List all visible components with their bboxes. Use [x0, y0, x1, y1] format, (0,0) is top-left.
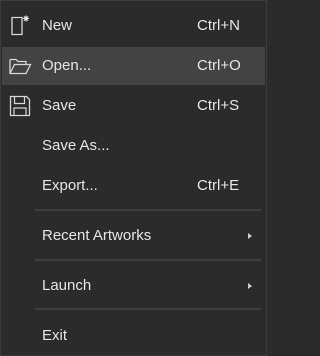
menu-item-exit-label: Exit [42, 327, 68, 344]
menu-item-exit[interactable]: Exit [2, 317, 265, 355]
menu-item-save-as[interactable]: Save As... [2, 127, 265, 165]
open-folder-icon [8, 54, 32, 78]
new-file-icon [8, 14, 32, 38]
menu-separator [35, 209, 261, 211]
menu-item-new[interactable]: New Ctrl+N [2, 7, 265, 45]
menu-item-open[interactable]: Open... Ctrl+O [2, 47, 265, 85]
menu-item-open-shortcut: Ctrl+O [197, 57, 241, 74]
menu-item-save-shortcut: Ctrl+S [197, 97, 240, 114]
menu-item-recent-artworks[interactable]: Recent Artworks [2, 217, 265, 255]
menu-item-new-shortcut: Ctrl+N [197, 17, 240, 34]
menu-item-open-label: Open... [42, 57, 92, 74]
menu-item-launch[interactable]: Launch [2, 267, 265, 305]
menu-item-save-as-label: Save As... [42, 137, 110, 154]
submenu-arrow-icon [248, 233, 252, 239]
file-menu: New Ctrl+N Open... Ctrl+O Save Ctrl+S Sa… [0, 0, 267, 356]
menu-item-launch-label: Launch [42, 277, 92, 294]
save-disk-icon [8, 94, 32, 118]
menu-item-export[interactable]: Export... Ctrl+E [2, 167, 265, 205]
menu-item-export-label: Export... [42, 177, 98, 194]
menu-separator [35, 259, 261, 261]
menu-item-new-label: New [42, 17, 73, 34]
menu-item-save-label: Save [42, 97, 77, 114]
menu-item-recent-artworks-label: Recent Artworks [42, 227, 152, 244]
submenu-arrow-icon [248, 283, 252, 289]
menu-item-save[interactable]: Save Ctrl+S [2, 87, 265, 125]
menu-item-export-shortcut: Ctrl+E [197, 177, 240, 194]
menu-separator [35, 308, 261, 310]
